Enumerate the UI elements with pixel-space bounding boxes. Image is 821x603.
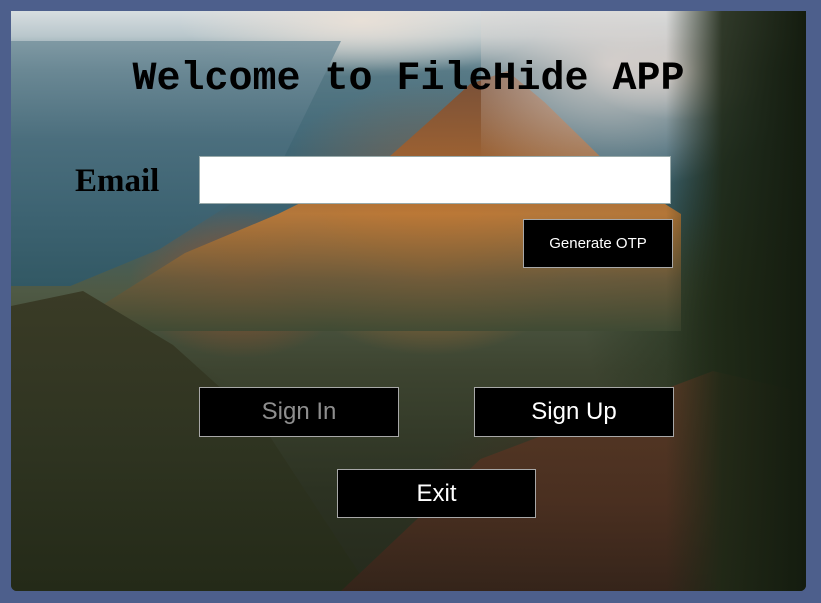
email-field[interactable] [199, 156, 671, 204]
sign-in-button[interactable]: Sign In [199, 387, 399, 437]
exit-button[interactable]: Exit [337, 469, 536, 518]
email-label: Email [75, 163, 160, 199]
page-title: Welcome to FileHide APP [132, 57, 685, 102]
background-hill-left [11, 291, 371, 591]
generate-otp-button[interactable]: Generate OTP [523, 219, 673, 268]
sign-up-button[interactable]: Sign Up [474, 387, 674, 437]
app-window: Welcome to FileHide APP Email Generate O… [11, 11, 806, 591]
